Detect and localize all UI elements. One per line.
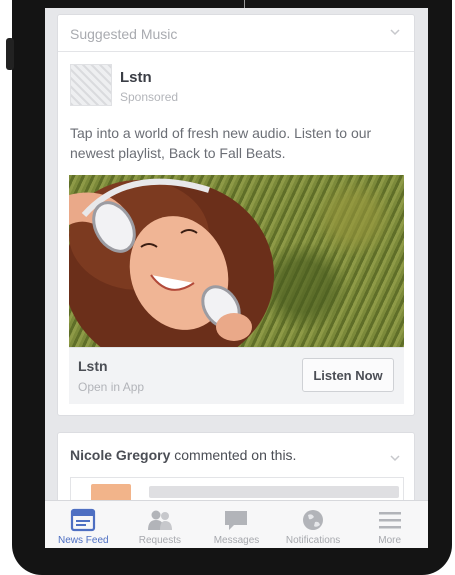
menu-icon	[378, 512, 401, 529]
post-text: Tap into a world of fresh new audio. Lis…	[70, 125, 372, 161]
phone-side-button	[6, 38, 14, 70]
page-name[interactable]: Lstn	[120, 69, 152, 86]
tab-messages[interactable]: Messages	[198, 501, 275, 548]
ad-image[interactable]	[69, 175, 404, 347]
tab-more[interactable]: More	[351, 501, 428, 548]
actor-name[interactable]: Nicole Gregory	[70, 447, 170, 463]
friend-requests-icon	[147, 510, 172, 530]
tab-label: News Feed	[58, 535, 109, 546]
messages-icon	[225, 511, 248, 530]
tab-bar: News Feed Requests Messages Notification…	[45, 500, 428, 548]
call-to-action-bar: Lstn Open in App Listen Now	[69, 347, 404, 404]
sponsored-ad-card: Suggested Music Lstn Sponsored Tap into …	[57, 14, 415, 416]
chevron-down-icon[interactable]	[390, 453, 400, 463]
tab-label: Requests	[138, 535, 182, 546]
story-action: commented on this.	[174, 447, 297, 463]
app-screen: Suggested Music Lstn Sponsored Tap into …	[45, 8, 428, 548]
page-avatar[interactable]	[70, 64, 112, 106]
tab-label: Messages	[213, 535, 260, 546]
open-in-app-label: Open in App	[78, 380, 145, 394]
chevron-down-icon[interactable]	[390, 27, 400, 37]
listen-now-button[interactable]: Listen Now	[302, 358, 394, 392]
woman-with-headphones-photo	[69, 178, 274, 347]
card-header: Suggested Music	[58, 15, 414, 52]
tab-label: More	[378, 535, 402, 546]
app-title: Lstn	[78, 358, 108, 374]
tab-label: Notifications	[285, 535, 341, 546]
sponsored-label: Sponsored	[120, 90, 179, 104]
suggested-music-label: Suggested Music	[70, 26, 178, 42]
tab-notifications[interactable]: Notifications	[275, 501, 352, 548]
tab-news-feed[interactable]: News Feed	[45, 501, 122, 548]
shared-title	[149, 486, 399, 498]
tab-requests[interactable]: Requests	[122, 501, 199, 548]
globe-icon	[303, 510, 324, 530]
news-feed-icon	[71, 508, 96, 532]
story-header: Nicole Gregory commented on this.	[70, 447, 296, 463]
page-row: Lstn Sponsored	[58, 52, 414, 108]
